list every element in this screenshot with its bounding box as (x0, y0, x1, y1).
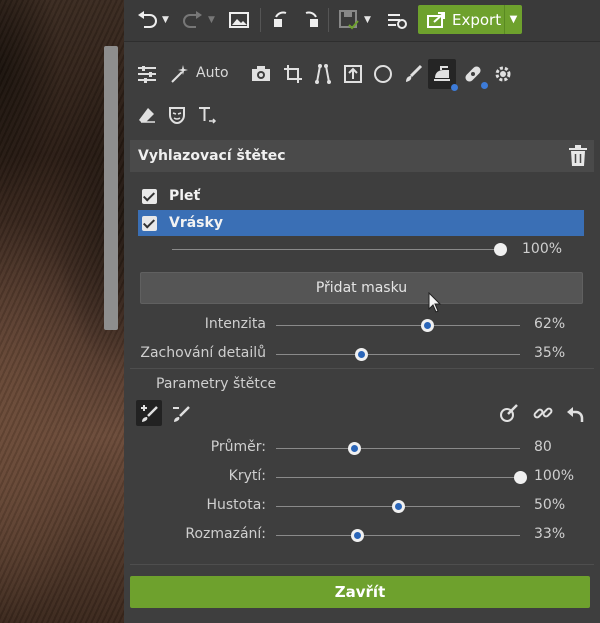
slider-value: 80 (534, 439, 552, 455)
option-row-vrasky[interactable]: Vrásky (138, 210, 584, 236)
slider-value: 50% (534, 497, 566, 513)
image-icon[interactable] (228, 9, 250, 31)
slider-row: Průměr: 80 (124, 438, 600, 458)
slider-thumb[interactable] (392, 500, 405, 513)
slider-value: 35% (534, 345, 566, 361)
slider-value: 62% (534, 316, 566, 332)
slider-label: Intenzita (204, 316, 266, 332)
slider-thumb[interactable] (348, 442, 362, 455)
right-panel: ▼ ▼ ▼ Export ▼ Auto Vyhlazovací štětec P… (124, 0, 600, 623)
bandage-icon[interactable] (460, 61, 488, 89)
undo-icon[interactable] (136, 9, 158, 31)
mouse-cursor-icon (428, 292, 442, 313)
tool-palette: Auto (130, 52, 594, 132)
auto-label[interactable]: Auto (196, 65, 229, 81)
checkbox[interactable] (142, 215, 157, 231)
add-mask-label: Přidat masku (315, 280, 408, 296)
perspective-icon[interactable] (310, 61, 336, 87)
settings-icon[interactable] (386, 9, 408, 31)
close-label: Zavřít (334, 583, 386, 601)
slider-track[interactable] (276, 448, 520, 449)
slider-track[interactable] (276, 535, 520, 536)
trash-icon[interactable] (568, 145, 588, 167)
frame-icon[interactable] (340, 61, 366, 87)
redo-history-chevron-icon[interactable]: ▼ (208, 9, 215, 31)
slider-value: 100% (534, 468, 575, 484)
brush-icon[interactable] (400, 61, 426, 87)
rotate-left-icon[interactable] (272, 9, 294, 31)
slider-thumb[interactable] (421, 319, 435, 332)
slider-thumb[interactable] (355, 348, 369, 361)
smoothing-iron-icon[interactable] (428, 59, 458, 91)
slider-thumb[interactable] (514, 471, 527, 484)
brush-fill-icon[interactable] (496, 400, 522, 426)
auto-wand-icon[interactable] (166, 61, 192, 87)
brush-add-icon[interactable] (136, 400, 162, 426)
rotate-right-icon[interactable] (298, 9, 320, 31)
text-icon[interactable] (194, 102, 220, 128)
slider-label: Průměr: (210, 439, 266, 455)
slider-label: Zachování detailů (140, 345, 266, 361)
slider-row: Zachování detailů 35% (124, 344, 600, 364)
circle-icon[interactable] (370, 61, 396, 87)
strength-slider-track[interactable] (172, 249, 500, 250)
slider-track[interactable] (276, 325, 520, 326)
slider-label: Hustota: (206, 497, 266, 513)
slider-thumb[interactable] (350, 529, 364, 542)
export-label: Export (452, 10, 502, 29)
slider-label: Rozmazání: (185, 526, 266, 542)
crop-icon[interactable] (280, 61, 306, 87)
brush-section-label: Parametry štětce (156, 376, 277, 392)
slider-row: Krytí: 100% (124, 467, 600, 487)
checkbox[interactable] (142, 188, 157, 204)
adjustments-icon[interactable] (134, 61, 160, 87)
mask-face-icon[interactable] (164, 102, 190, 128)
slider-row: Intenzita 62% (124, 315, 600, 335)
panel-header: Vyhlazovací štětec (130, 140, 594, 172)
panel-title: Vyhlazovací štětec (138, 148, 286, 164)
slider-label: Krytí: (228, 468, 266, 484)
slider-value: 33% (534, 526, 566, 542)
option-row-plet[interactable]: Pleť (138, 183, 584, 209)
undo-history-chevron-icon[interactable]: ▼ (162, 9, 169, 31)
option-label: Pleť (169, 188, 201, 204)
strength-slider-thumb[interactable] (494, 243, 507, 256)
strength-value: 100% (522, 241, 563, 257)
add-mask-button[interactable]: Přidat masku (140, 272, 583, 304)
option-label: Vrásky (169, 215, 223, 231)
export-icon (427, 11, 445, 28)
top-toolbar: ▼ ▼ ▼ Export ▼ (124, 0, 600, 42)
slider-row: Hustota: 50% (124, 496, 600, 516)
eraser-icon[interactable] (134, 102, 160, 128)
close-button[interactable]: Zavřít (130, 576, 590, 608)
save-chevron-icon[interactable]: ▼ (364, 9, 371, 31)
gear-icon[interactable] (490, 61, 516, 87)
link-icon[interactable] (530, 400, 556, 426)
redo-icon[interactable] (182, 9, 204, 31)
slider-track[interactable] (276, 354, 520, 355)
reset-arrow-icon[interactable] (562, 400, 588, 426)
export-button[interactable]: Export ▼ (418, 5, 522, 34)
slider-row: Rozmazání: 33% (124, 525, 600, 545)
export-chevron-icon[interactable]: ▼ (504, 5, 522, 34)
slider-track[interactable] (276, 477, 520, 478)
brush-erase-icon[interactable] (168, 400, 194, 426)
camera-icon[interactable] (248, 61, 274, 87)
canvas-scrollbar[interactable] (104, 46, 118, 330)
save-icon[interactable] (338, 9, 360, 31)
